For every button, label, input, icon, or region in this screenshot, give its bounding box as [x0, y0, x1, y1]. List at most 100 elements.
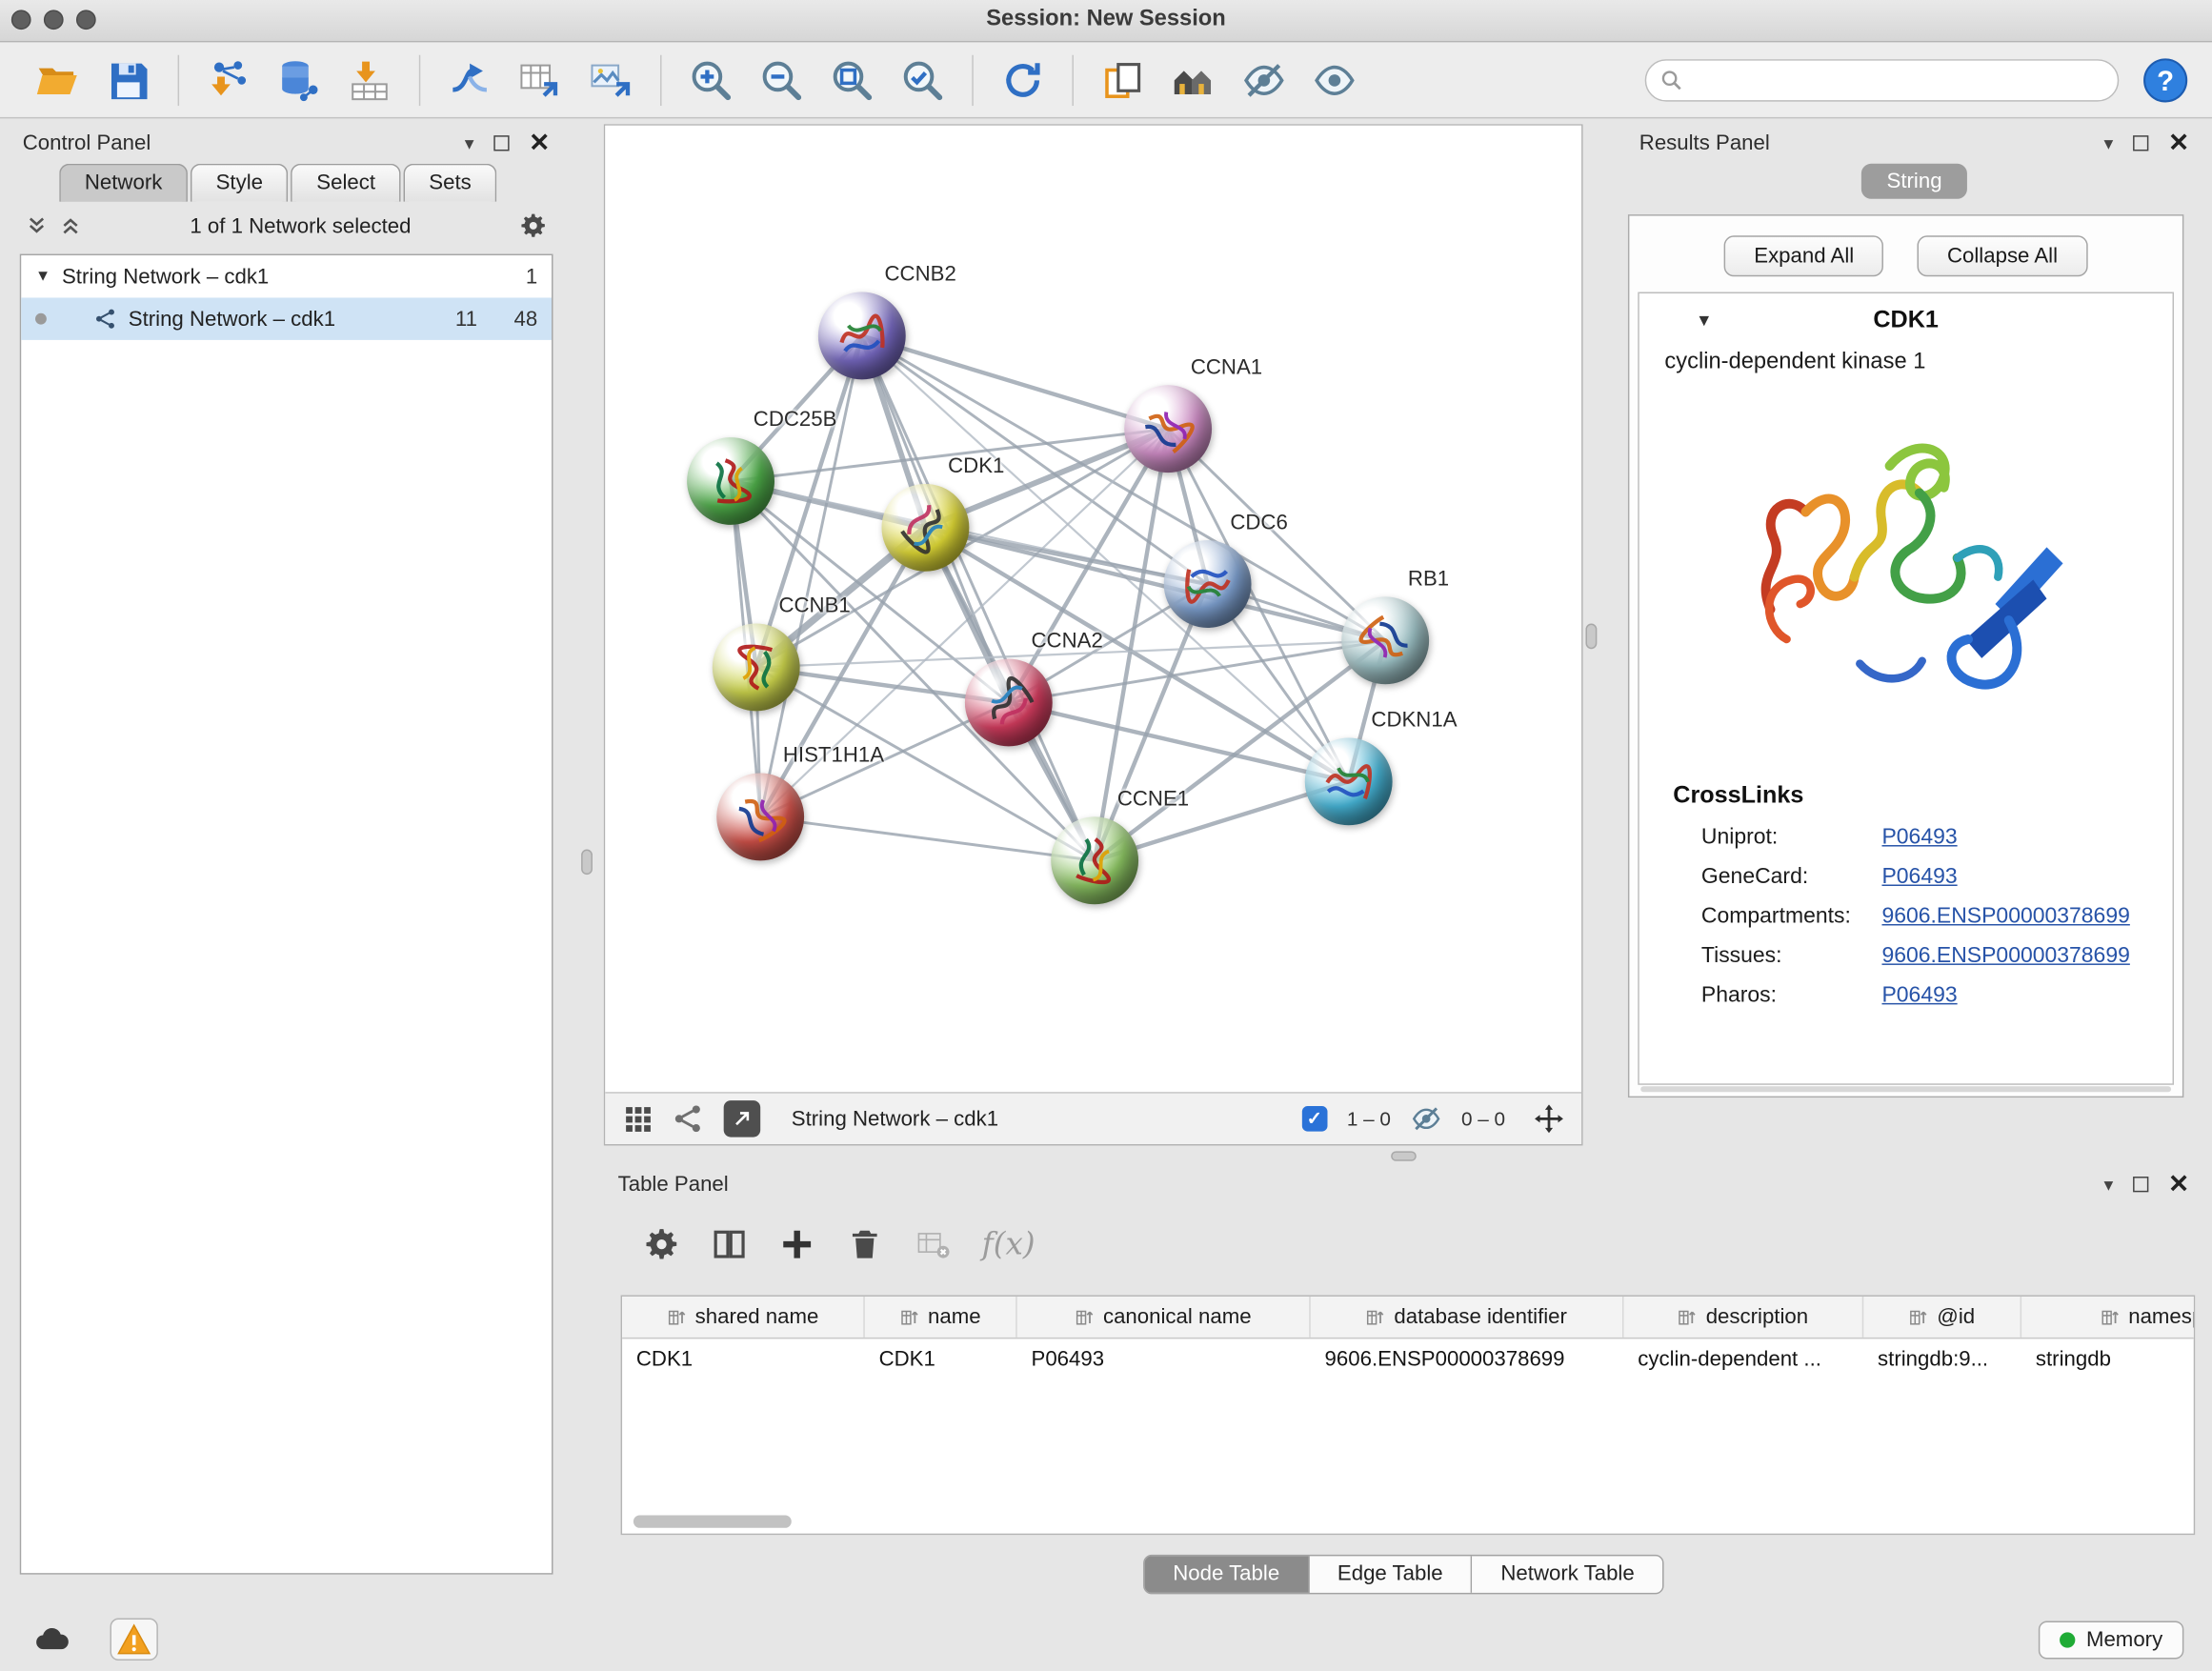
column-sort-icon — [667, 1307, 687, 1327]
network-node-CDC6[interactable] — [1164, 540, 1252, 628]
panel-menu-caret-icon[interactable]: ▾ — [465, 133, 474, 151]
hide-selected-button[interactable] — [1229, 48, 1299, 112]
network-node-CCNB2[interactable] — [818, 292, 906, 380]
import-network-from-file-button[interactable] — [193, 48, 264, 112]
search-box[interactable] — [1645, 58, 2120, 100]
network-node-CCNA1[interactable] — [1124, 385, 1212, 473]
zoom-out-button[interactable] — [746, 48, 816, 112]
section-disclosure-icon[interactable]: ▼ — [1696, 311, 1713, 331]
column-header-database-identifier[interactable]: database identifier — [1311, 1297, 1624, 1338]
import-table-from-file-button[interactable] — [334, 48, 405, 112]
control-tab-select[interactable]: Select — [292, 164, 401, 202]
collapse-all-chevron-icon[interactable] — [26, 214, 49, 237]
column-header-namespace[interactable]: namespace — [2021, 1297, 2195, 1338]
table-tab-node-table[interactable]: Node Table — [1145, 1556, 1310, 1593]
protein-thumbnail-image — [716, 627, 796, 707]
delete-column-icon[interactable] — [847, 1226, 884, 1263]
open-session-button[interactable] — [23, 48, 93, 112]
network-collection-row[interactable]: ▼ String Network – cdk1 1 — [21, 255, 552, 297]
add-column-icon[interactable] — [778, 1226, 815, 1263]
save-session-button[interactable] — [93, 48, 164, 112]
bottom-splitter-handle[interactable] — [1391, 1151, 1417, 1160]
panel-menu-caret-icon[interactable]: ▾ — [2104, 133, 2114, 151]
network-node-RB1[interactable] — [1341, 596, 1429, 684]
control-tab-sets[interactable]: Sets — [404, 164, 497, 202]
network-node-label-CCNB1: CCNB1 — [778, 594, 850, 617]
network-canvas[interactable]: CCNB2CCNA1CDC25BCDK1CDC6RB1CCNB1CCNA2CDK… — [605, 126, 1581, 1094]
protein-section-header[interactable]: ▼ CDK1 — [1639, 293, 2173, 347]
results-scrollbar[interactable] — [1640, 1086, 2171, 1092]
export-image-button[interactable] — [575, 48, 646, 112]
panel-float-icon[interactable] — [493, 134, 509, 150]
control-tab-network[interactable]: Network — [59, 164, 188, 202]
detach-view-button[interactable] — [724, 1100, 761, 1137]
collection-disclosure-icon[interactable]: ▼ — [35, 268, 50, 285]
refresh-icon — [1000, 57, 1045, 102]
refresh-view-button[interactable] — [988, 48, 1058, 112]
network-row[interactable]: String Network – cdk1 11 48 — [21, 297, 552, 339]
memory-button[interactable]: Memory — [2039, 1621, 2184, 1659]
column-header-description[interactable]: description — [1623, 1297, 1863, 1338]
network-node-CDK1[interactable] — [882, 484, 970, 572]
collapse-all-button[interactable]: Collapse All — [1918, 235, 2087, 276]
crosslink-value-link[interactable]: 9606.ENSP00000378699 — [1881, 904, 2129, 930]
show-all-button[interactable] — [1299, 48, 1370, 112]
search-input[interactable] — [1692, 69, 2103, 91]
network-options-gear-icon[interactable] — [519, 211, 548, 240]
expand-all-button[interactable]: Expand All — [1724, 235, 1883, 276]
copy-button[interactable] — [1088, 48, 1158, 112]
zoom-in-button[interactable] — [675, 48, 746, 112]
warnings-button[interactable] — [111, 1619, 158, 1661]
network-node-CDKN1A[interactable] — [1305, 737, 1393, 825]
network-node-CDC25B[interactable] — [687, 437, 774, 525]
hidden-count: 0 – 0 — [1461, 1107, 1505, 1130]
help-button[interactable]: ? — [2142, 55, 2189, 103]
column-header-@id[interactable]: @id — [1863, 1297, 2021, 1338]
expand-all-chevron-icon[interactable] — [59, 214, 82, 237]
zoom-fit-button[interactable] — [816, 48, 887, 112]
cloud-button[interactable] — [29, 1619, 76, 1661]
import-network-from-database-button[interactable] — [264, 48, 334, 112]
table-tab-edge-table[interactable]: Edge Table — [1309, 1556, 1472, 1593]
network-node-HIST1H1A[interactable] — [716, 774, 804, 861]
home-button[interactable] — [1158, 48, 1229, 112]
column-header-canonical-name[interactable]: canonical name — [1017, 1297, 1311, 1338]
crosslink-value-link[interactable]: P06493 — [1881, 983, 1957, 1009]
network-tools-button[interactable] — [434, 48, 505, 112]
fit-content-icon[interactable] — [1534, 1103, 1565, 1135]
hidden-items-icon[interactable] — [1411, 1103, 1442, 1135]
column-header-label: @id — [1937, 1305, 1975, 1329]
table-options-gear-icon[interactable] — [643, 1226, 680, 1263]
control-tab-style[interactable]: Style — [191, 164, 289, 202]
crosslink-value-link[interactable]: P06493 — [1881, 825, 1957, 851]
panel-close-icon[interactable]: ✕ — [529, 130, 550, 155]
network-node-label-CCNE1: CCNE1 — [1117, 787, 1189, 811]
import-network-icon — [206, 57, 251, 102]
panel-close-icon[interactable]: ✕ — [2168, 1171, 2189, 1197]
left-splitter-handle[interactable] — [581, 849, 593, 875]
column-header-shared-name[interactable]: shared name — [622, 1297, 865, 1338]
export-table-button[interactable] — [505, 48, 575, 112]
panel-float-icon[interactable] — [2133, 134, 2148, 150]
table-hscrollbar[interactable] — [633, 1515, 792, 1527]
warning-icon — [115, 1623, 152, 1655]
network-node-CCNA2[interactable] — [965, 659, 1053, 747]
panel-float-icon[interactable] — [2133, 1176, 2148, 1191]
network-node-CCNE1[interactable] — [1051, 816, 1138, 904]
table-row[interactable]: CDK1CDK1P064939606.ENSP00000378699cyclin… — [622, 1339, 2195, 1380]
panel-close-icon[interactable]: ✕ — [2168, 130, 2189, 155]
right-splitter-handle[interactable] — [1585, 624, 1597, 650]
birdseye-view-icon[interactable] — [673, 1103, 704, 1135]
table-panel-header: Table Panel ▾ ✕ — [604, 1165, 2203, 1202]
selection-checkbox[interactable]: ✓ — [1301, 1106, 1327, 1132]
crosslink-value-link[interactable]: P06493 — [1881, 865, 1957, 891]
grid-view-icon[interactable] — [622, 1103, 654, 1135]
crosslink-value-link[interactable]: 9606.ENSP00000378699 — [1881, 944, 2129, 970]
column-header-name[interactable]: name — [865, 1297, 1017, 1338]
zoom-selected-button[interactable] — [887, 48, 957, 112]
table-tab-network-table[interactable]: Network Table — [1473, 1556, 1663, 1593]
show-columns-icon[interactable] — [711, 1226, 748, 1263]
tab-string[interactable]: String — [1861, 164, 1967, 199]
panel-menu-caret-icon[interactable]: ▾ — [2104, 1175, 2114, 1193]
network-node-CCNB1[interactable] — [713, 624, 800, 712]
